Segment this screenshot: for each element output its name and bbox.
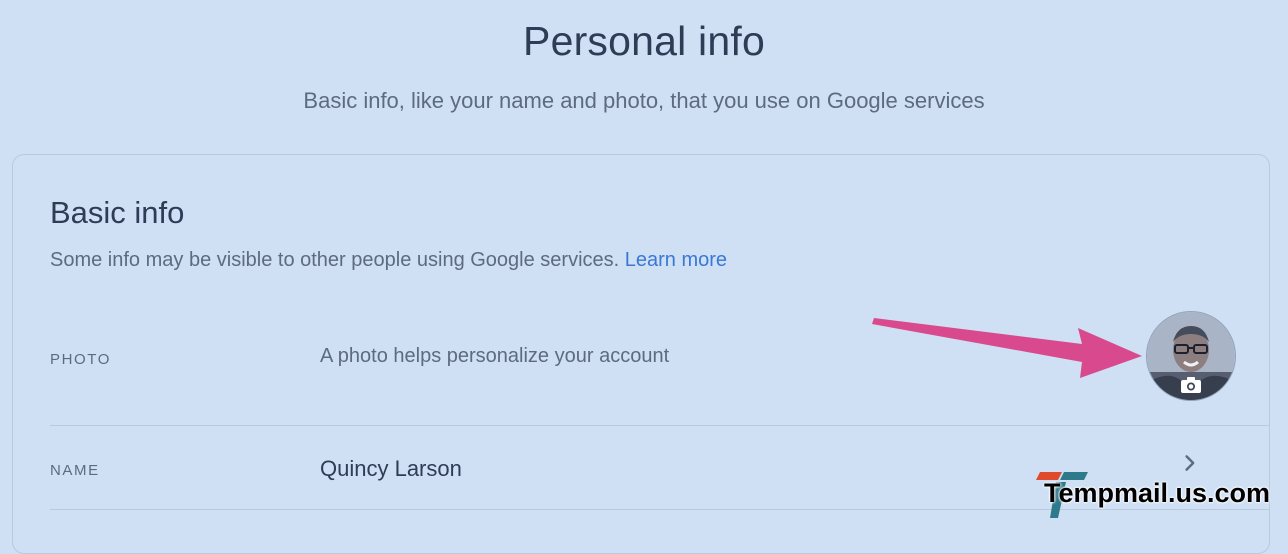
basic-info-description-text: Some info may be visible to other people… <box>50 249 620 271</box>
photo-row[interactable]: PHOTO A photo helps personalize your acc… <box>50 305 1269 425</box>
basic-info-title: Basic info <box>50 195 185 230</box>
photo-row-label: PHOTO <box>50 351 112 368</box>
learn-more-link[interactable]: Learn more <box>625 249 727 271</box>
photo-row-value: A photo helps personalize your account <box>320 345 670 367</box>
page-subtitle: Basic info, like your name and photo, th… <box>303 88 985 113</box>
camera-icon <box>1180 376 1202 394</box>
page-title: Personal info <box>523 18 765 64</box>
name-row-value: Quincy Larson <box>320 456 462 481</box>
watermark: Tempmail.us.com <box>1036 468 1284 520</box>
basic-info-description: Some info may be visible to other people… <box>50 249 727 272</box>
name-row-label: NAME <box>50 462 100 479</box>
avatar[interactable] <box>1146 311 1236 401</box>
watermark-text: Tempmail.us.com <box>1044 478 1271 508</box>
